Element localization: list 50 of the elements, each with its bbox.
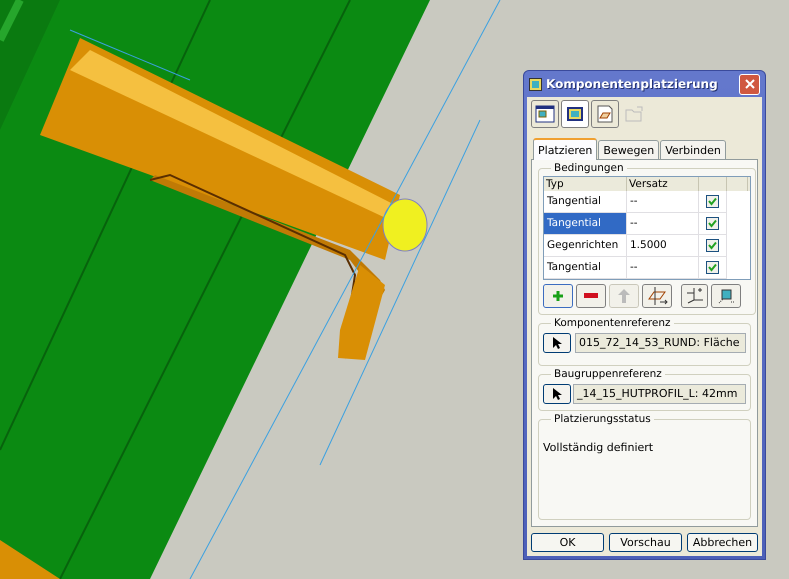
folder-icon	[625, 105, 645, 123]
table-cell: 1.5000	[627, 235, 699, 257]
checkbox[interactable]	[706, 217, 719, 230]
arrow-icon	[617, 288, 631, 304]
tab[interactable]: Bewegen	[598, 140, 660, 159]
select-button[interactable]	[543, 384, 571, 404]
checkbox[interactable]	[706, 261, 719, 274]
cursor-icon	[552, 336, 562, 350]
toolbar-button[interactable]	[576, 284, 606, 308]
close-button[interactable]	[739, 74, 760, 94]
table-cell[interactable]: Tangential	[544, 213, 627, 235]
column-header: Typ	[544, 177, 627, 191]
plane-icon	[645, 286, 669, 306]
table-cell[interactable]: Gegenrichten	[544, 235, 627, 257]
checkbox[interactable]	[706, 195, 719, 208]
column-header: Versatz	[627, 177, 699, 191]
table-cell: --	[627, 191, 699, 213]
toolbar-button[interactable]	[711, 284, 741, 308]
reference-field[interactable]: _14_15_HUTPROFIL_L: 42mm	[573, 384, 746, 404]
frame-icon	[565, 105, 585, 123]
dialog-button[interactable]: Abbrechen	[687, 533, 758, 552]
group-title: Baugruppenreferenz	[553, 368, 663, 380]
window-icon	[535, 105, 555, 123]
close-icon	[744, 79, 754, 89]
reference-field[interactable]: 015_72_14_53_RUND: Fläche	[575, 333, 746, 353]
table-cell[interactable]: Tangential	[544, 257, 627, 279]
tab[interactable]: Platzieren	[533, 138, 598, 160]
toolbar-button[interactable]	[531, 100, 559, 128]
table-cell: --	[627, 257, 699, 279]
table-cell: --	[627, 213, 699, 235]
select-button[interactable]	[543, 333, 571, 353]
dialog-button[interactable]: Vorschau	[609, 533, 682, 552]
group-title: Komponentenreferenz	[553, 317, 672, 329]
checkbox[interactable]	[706, 239, 719, 252]
box-icon	[716, 287, 736, 305]
toolbar-button[interactable]	[642, 284, 672, 308]
toolbar-button[interactable]	[591, 100, 619, 128]
document-icon	[595, 105, 615, 123]
group-title: Platzierungsstatus	[553, 413, 652, 425]
group-title: Bedingungen	[553, 162, 625, 174]
status-text: Vollständig definiert	[543, 440, 654, 454]
dialog-button[interactable]: OK	[531, 533, 604, 552]
cursor-icon	[552, 387, 562, 401]
window-title: Komponentenplatzierung	[546, 77, 719, 91]
window-icon	[529, 78, 542, 90]
toolbar-button[interactable]	[561, 100, 589, 128]
tab[interactable]: Verbinden	[660, 140, 726, 159]
minus-icon	[584, 293, 598, 299]
toolbar-button[interactable]	[681, 284, 708, 308]
plus-icon	[552, 290, 564, 302]
